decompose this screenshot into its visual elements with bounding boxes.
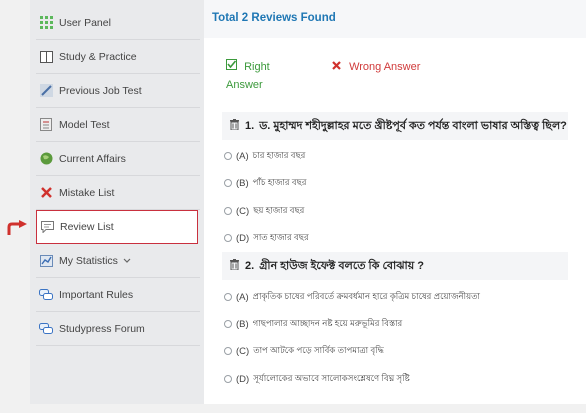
pencil-icon [39,84,53,98]
chat-icon [39,322,53,336]
option-text: সূর্যালোকের অভাবে সালোকসংশ্লেষণে বিঘ্ন স… [253,373,410,383]
question-number: 1. [245,120,255,132]
main-panel: Total 2 Reviews Found Right Answer Wrong… [204,0,586,404]
option-text: সাত হাজার বছর [253,232,309,242]
chart-icon [39,254,53,268]
option-label: (B) [236,318,249,330]
question-number: 2. [245,260,255,272]
sidebar-item-studypress-forum[interactable]: Studypress Forum [36,312,200,346]
legend-wrong-label: Wrong Answer [349,61,421,73]
book-icon [39,50,53,64]
trash-icon[interactable] [230,119,239,133]
page-title: Total 2 Reviews Found [212,12,336,24]
answer-option[interactable]: (A) প্রাকৃতিক চাষের পরিবর্তে ক্রমবর্ধমান… [224,290,480,304]
option-text: পাঁচ হাজার বছর [252,177,307,187]
option-label: (A) [236,291,249,303]
radio-button[interactable] [224,347,232,355]
question-text: গ্রীন হাউজ ইফেক্ট বলতে কি বোঝায় ? [259,259,424,272]
chat-icon [39,288,53,302]
radio-button[interactable] [224,293,232,301]
option-label: (A) [236,150,249,162]
radio-button[interactable] [224,179,232,187]
checkbox-check-icon [226,59,240,73]
globe-icon [39,152,53,166]
answer-option[interactable]: (B) গাছপালার আচ্ছাদন নষ্ট হয়ে মরুভূমির … [224,317,402,331]
sidebar-item-label: My Statistics [59,254,118,267]
trash-icon[interactable] [230,259,239,273]
legend-right-answer: Right Answer [226,58,296,94]
answer-option[interactable]: (B) পাঁচ হাজার বছর [224,176,306,190]
sidebar-item-current-affairs[interactable]: Current Affairs [36,142,200,176]
answer-option[interactable]: (C) ছয় হাজার বছর [224,204,304,218]
option-label: (B) [236,177,249,189]
comment-icon [40,220,54,234]
sidebar-item-mistake-list[interactable]: Mistake List [36,176,200,210]
pointer-arrow-icon [6,220,28,241]
sidebar-item-model-test[interactable]: Model Test [36,108,200,142]
radio-button[interactable] [224,152,232,160]
answer-option[interactable]: (C) তাপ আটকে পড়ে সার্বিক তাপমাত্রা বৃদ্… [224,344,384,358]
option-text: তাপ আটকে পড়ে সার্বিক তাপমাত্রা বৃদ্ধি [253,345,384,355]
radio-button[interactable] [224,320,232,328]
option-label: (C) [236,205,250,217]
x-icon [332,61,344,73]
sidebar-item-label: Mistake List [59,186,115,199]
sidebar-item-my-statistics[interactable]: My Statistics [36,244,200,278]
option-label: (D) [236,373,250,385]
question-header: 1. ড. মুহাম্মদ শহীদুল্লাহর মতে খ্রীষ্টপূ… [222,112,568,140]
sidebar-item-label: Important Rules [59,288,134,301]
sidebar-item-previous-job-test[interactable]: Previous Job Test [36,74,200,108]
answer-option[interactable]: (D) সূর্যালোকের অভাবে সালোকসংশ্লেষণে বিঘ… [224,372,410,386]
question-text: ড. মুহাম্মদ শহীদুল্লাহর মতে খ্রীষ্টপূর্ব… [259,119,567,132]
radio-button[interactable] [224,234,232,242]
sidebar-item-label: Review List [60,221,114,233]
sidebar-item-review-list[interactable]: Review List [36,210,198,244]
x-icon [39,186,53,200]
option-text: প্রাকৃতিক চাষের পরিবর্তে ক্রমবর্ধমান হার… [252,291,480,301]
option-text: ছয় হাজার বছর [253,205,305,215]
sidebar-item-user-panel[interactable]: User Panel [36,6,200,40]
radio-button[interactable] [224,207,232,215]
option-text: গাছপালার আচ্ছাদন নষ্ট হয়ে মরুভূমির বিস্… [252,318,403,328]
option-label: (C) [236,345,250,357]
sidebar-item-label: Previous Job Test [59,84,142,97]
sidebar-item-label: Study & Practice [59,50,137,63]
sidebar-item-label: User Panel [59,16,111,29]
option-text: চার হাজার বছর [252,150,306,160]
answer-option[interactable]: (D) সাত হাজার বছর [224,231,309,245]
grid-icon [39,16,53,30]
answer-option[interactable]: (A) চার হাজার বছর [224,149,305,163]
sidebar: User Panel Study & Practice Previous Job… [30,0,204,404]
sidebar-item-label: Studypress Forum [59,322,145,335]
question-header: 2. গ্রীন হাউজ ইফেক্ট বলতে কি বোঝায় ? [222,252,568,280]
sidebar-item-study-practice[interactable]: Study & Practice [36,40,200,74]
radio-button[interactable] [224,375,232,383]
legend-wrong-answer: Wrong Answer [332,58,420,76]
sidebar-item-label: Model Test [59,118,110,131]
option-label: (D) [236,232,250,244]
document-icon [39,118,53,132]
sidebar-item-important-rules[interactable]: Important Rules [36,278,200,312]
chevron-down-icon [123,255,131,267]
sidebar-item-label: Current Affairs [59,152,126,165]
